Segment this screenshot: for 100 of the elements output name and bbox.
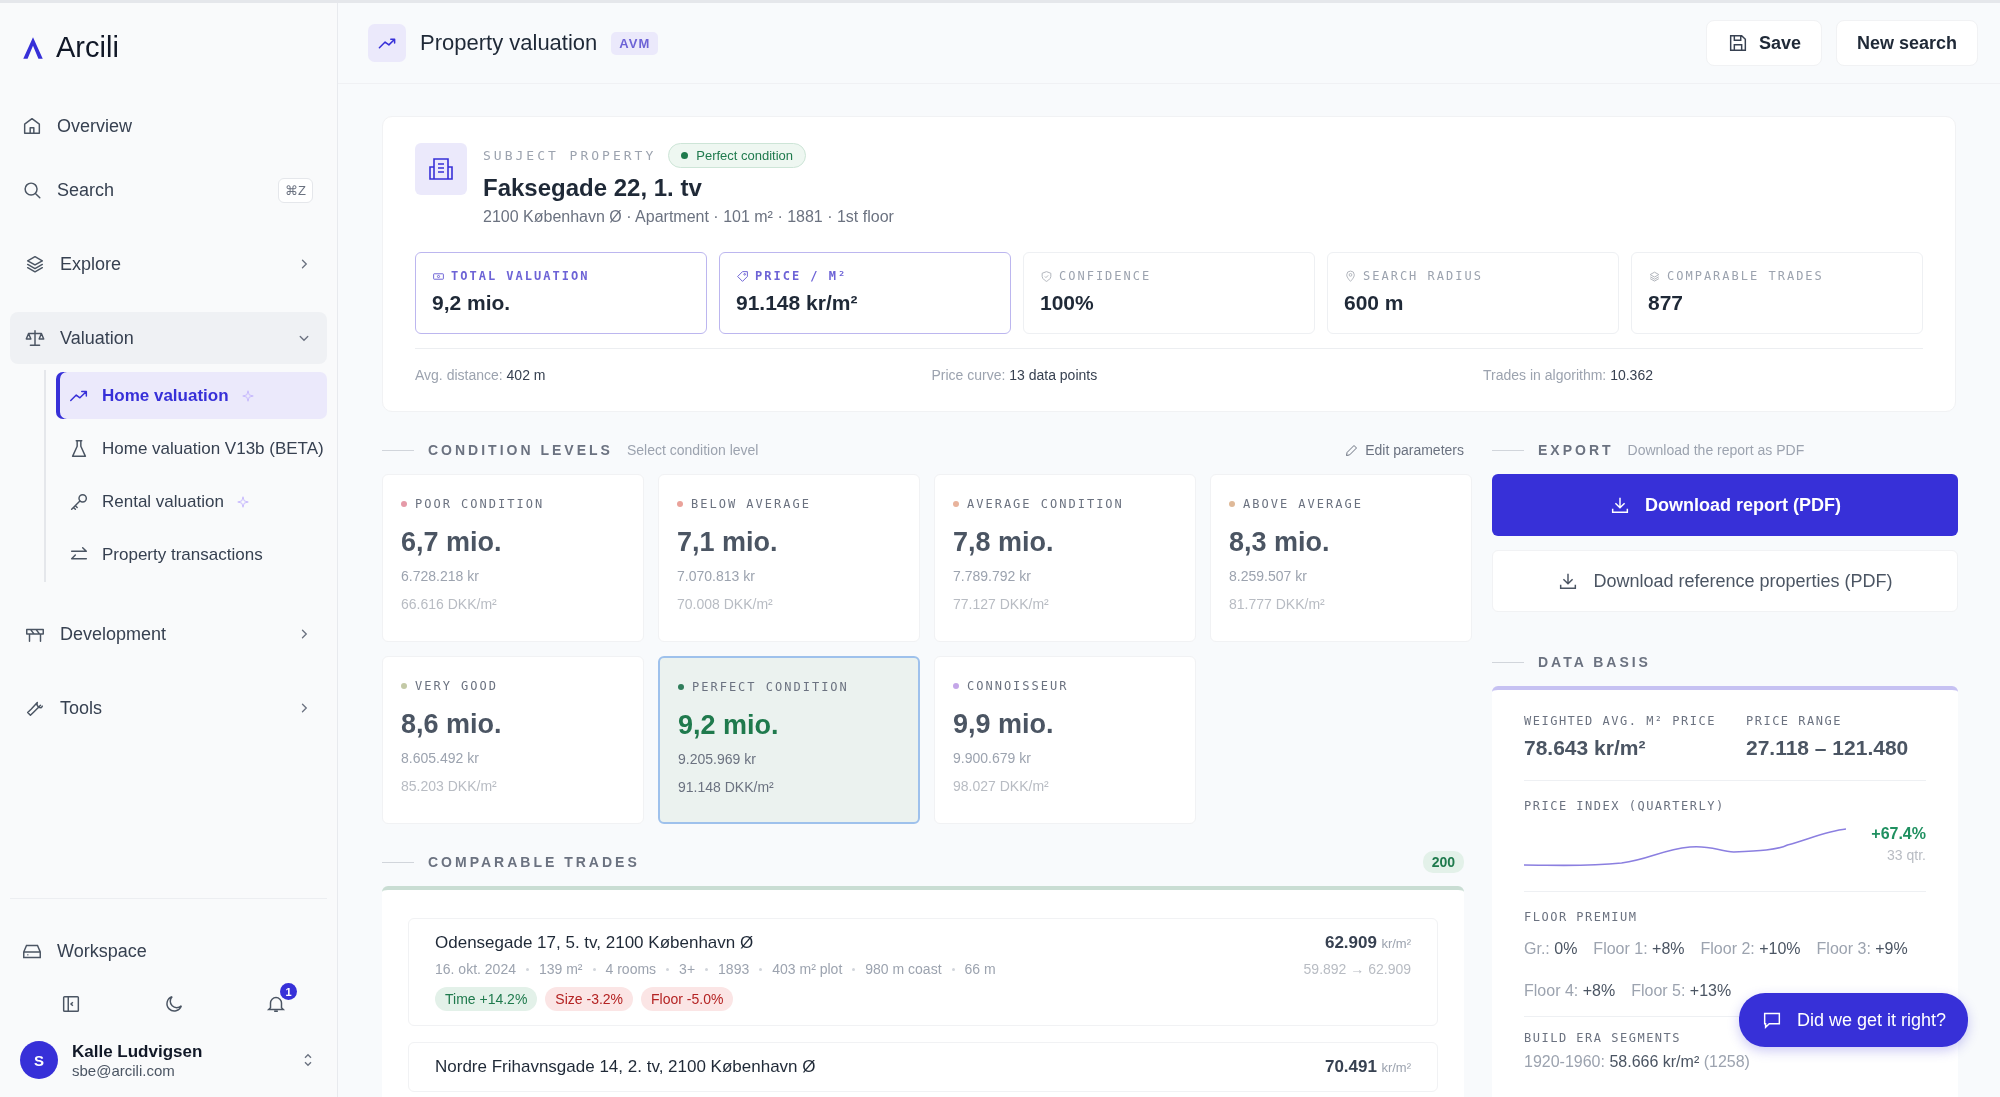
- condition-value: 9,9 mio.: [953, 709, 1055, 740]
- condition-label: AVERAGE CONDITION: [967, 497, 1124, 511]
- nav-item[interactable]: Tools: [10, 682, 327, 734]
- trade-card[interactable]: Odensegade 17, 5. tv, 2100 København Ø 16. okt. 2024 139 m² 4 rooms 3+ 1893 403 m² plot 980 m coast 66 m Time +14.2% Size -3.2% Floor -5.0% 62.909 kr/m² 59.892 → 62.909: [408, 918, 1438, 1026]
- stat-value: 600 m: [1344, 291, 1405, 315]
- count-badge: 200: [1422, 851, 1464, 873]
- notification-badge: 1: [280, 983, 297, 1000]
- stat-label: PRICE / M²: [755, 269, 848, 283]
- home-icon: [21, 115, 43, 137]
- condition-price: 91.148 DKK/m²: [678, 779, 775, 795]
- stat-value: 9,2 mio.: [432, 291, 512, 315]
- header-button[interactable]: New search: [1835, 20, 1978, 66]
- condition-card[interactable]: POOR CONDITION 6,7 mio. 6.728.218 kr 66.616 DKK/m²: [382, 474, 644, 642]
- metric-label: PRICE RANGE: [1745, 714, 1843, 728]
- shield-icon: [1040, 269, 1053, 283]
- condition-label: PERFECT CONDITION: [692, 680, 849, 694]
- trade-detail: 16. okt. 2024: [435, 961, 516, 977]
- section-title: EXPORT: [1538, 442, 1614, 458]
- stat-value: 877: [1648, 291, 1685, 315]
- shortcut-key: ⌘Z: [278, 177, 313, 203]
- section-title: COMPARABLE TRADES: [428, 854, 640, 870]
- layers-icon: [1648, 269, 1661, 283]
- floor-premium: Floor 3: +9%: [1816, 940, 1908, 958]
- condition-card[interactable]: AVERAGE CONDITION 7,8 mio. 7.789.792 kr 77.127 DKK/m²: [934, 474, 1196, 642]
- floor-premium: Floor 1: +8%: [1593, 940, 1685, 958]
- header-button[interactable]: Save: [1705, 20, 1822, 66]
- metric-label: PRICE INDEX (QUARTERLY): [1524, 799, 1726, 813]
- condition-total: 9.900.679 kr: [953, 750, 1032, 766]
- condition-value: 7,1 mio.: [677, 527, 779, 558]
- condition-price: 85.203 DKK/m²: [401, 778, 498, 794]
- sidebar-toggle-icon[interactable]: [60, 993, 82, 1015]
- condition-total: 6.728.218 kr: [401, 568, 480, 584]
- floor-premium: Floor 4: +8%: [1524, 982, 1616, 1000]
- condition-price: 77.127 DKK/m²: [953, 596, 1050, 612]
- nav-item[interactable]: Valuation: [10, 312, 327, 364]
- condition-value: 7,8 mio.: [953, 527, 1055, 558]
- condition-label: CONNOISSEUR: [967, 679, 1069, 693]
- condition-label: POOR CONDITION: [415, 497, 545, 511]
- section-title: DATA BASIS: [1538, 654, 1651, 670]
- property-address: Faksegade 22, 1. tv: [483, 174, 703, 202]
- section-hint: Select condition level: [626, 442, 759, 458]
- stat-label: SEARCH RADIUS: [1363, 269, 1483, 283]
- nav-item[interactable]: Explore: [10, 238, 327, 290]
- avatar: S: [20, 1041, 58, 1079]
- stat-value: 91.148 kr/m²: [736, 291, 859, 315]
- scale-icon: [24, 327, 46, 349]
- condition-value: 6,7 mio.: [401, 527, 503, 558]
- trade-detail: 1893: [718, 961, 750, 977]
- nav-subitem[interactable]: Property transactions: [56, 531, 327, 578]
- index-period: 33 qtr.: [1886, 847, 1926, 863]
- feedback-button[interactable]: Did we get it right?: [1738, 993, 1968, 1047]
- stat-label: COMPARABLE TRADES: [1667, 269, 1824, 283]
- trade-detail: 4 rooms: [605, 961, 657, 977]
- condition-card[interactable]: PERFECT CONDITION 9,2 mio. 9.205.969 kr 91.148 DKK/m²: [658, 656, 920, 824]
- condition-label: VERY GOOD: [415, 679, 499, 693]
- condition-total: 8.259.507 kr: [1229, 568, 1308, 584]
- condition-card[interactable]: ABOVE AVERAGE 8,3 mio. 8.259.507 kr 81.777 DKK/m²: [1210, 474, 1472, 642]
- nav-subitem[interactable]: Home valuation: [56, 372, 327, 419]
- metric-label: FLOOR PREMIUM: [1524, 910, 1639, 924]
- condition-total: 7.070.813 kr: [677, 568, 756, 584]
- avm-badge: AVM: [611, 31, 659, 55]
- metric-value: 27.118 – 121.480: [1745, 736, 1909, 760]
- price-range: 59.892 → 62.909: [1303, 961, 1411, 977]
- condition-price: 81.777 DKK/m²: [1229, 596, 1326, 612]
- condition-label: ABOVE AVERAGE: [1243, 497, 1363, 511]
- nav-item[interactable]: Overview: [10, 100, 327, 152]
- workspace-item[interactable]: Workspace: [10, 925, 327, 977]
- trade-card[interactable]: Nordre Frihavnsgade 14, 2. tv, 2100 København Ø 70.491 kr/m²: [408, 1042, 1438, 1092]
- trade-detail: 980 m coast: [865, 961, 942, 977]
- trade-price: 62.909: [1324, 933, 1377, 952]
- nav-subitem[interactable]: Home valuation V13b (BETA): [56, 425, 327, 472]
- condition-label: BELOW AVERAGE: [691, 497, 811, 511]
- era-text: 1920-1960: 58.666 kr/m² (1258): [1524, 1053, 1751, 1071]
- property-details: 2100 København Ø · Apartment · 101 m² · 1881 · 1st floor: [483, 208, 894, 226]
- condition-price: 66.616 DKK/m²: [401, 596, 498, 612]
- user-email: sbe@arcili.com: [72, 1061, 176, 1079]
- section-title: CONDITION LEVELS: [428, 442, 613, 458]
- condition-price: 98.027 DKK/m²: [953, 778, 1050, 794]
- trade-address: Odensegade 17, 5. tv, 2100 København Ø: [435, 933, 755, 953]
- condition-value: 8,6 mio.: [401, 709, 503, 740]
- trade-price: 70.491: [1324, 1057, 1377, 1076]
- trade-detail: 139 m²: [538, 961, 583, 977]
- condition-card[interactable]: CONNOISSEUR 9,9 mio. 9.900.679 kr 98.027 DKK/m²: [934, 656, 1196, 824]
- section-hint: Download the report as PDF: [1627, 442, 1805, 458]
- summary-text: Price curve: 13 data points: [931, 367, 1098, 383]
- pencil-icon: [1344, 442, 1360, 458]
- nav-item[interactable]: Development: [10, 608, 327, 660]
- metric-label: BUILD ERA SEGMENTS: [1524, 1031, 1683, 1045]
- stat-label: TOTAL VALUATION: [451, 269, 590, 283]
- nav-subitem[interactable]: Rental valuation: [56, 478, 327, 525]
- condition-card[interactable]: BELOW AVERAGE 7,1 mio. 7.070.813 kr 70.008 DKK/m²: [658, 474, 920, 642]
- stat-label: CONFIDENCE: [1059, 269, 1152, 283]
- user-menu[interactable]: S Kalle Ludvigsen sbe@arcili.com: [10, 1041, 327, 1097]
- download-button[interactable]: Download reference properties (PDF): [1492, 550, 1958, 612]
- condition-value: 9,2 mio.: [678, 710, 780, 741]
- floor-premium: Floor 5: +13%: [1631, 982, 1732, 1000]
- nav-item[interactable]: Search ⌘Z: [10, 164, 327, 216]
- edit-parameters-link[interactable]: Edit parameters: [1344, 442, 1464, 458]
- condition-card[interactable]: VERY GOOD 8,6 mio. 8.605.492 kr 85.203 DKK/m²: [382, 656, 644, 824]
- download-button[interactable]: Download report (PDF): [1492, 474, 1958, 536]
